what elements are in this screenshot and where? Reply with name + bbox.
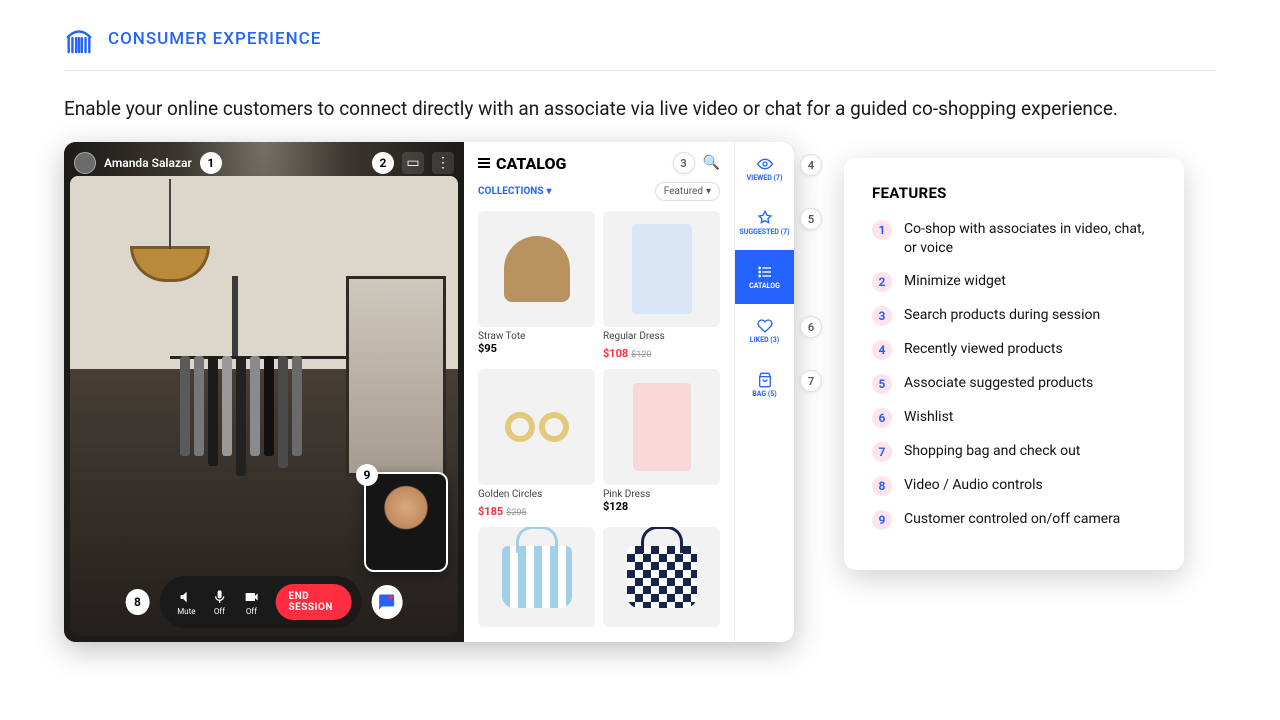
feature-row: 9 Customer controled on/off camera xyxy=(872,510,1156,530)
feature-text: Search products during session xyxy=(904,306,1100,325)
feature-text: Minimize widget xyxy=(904,272,1006,291)
brand-logo-icon xyxy=(64,24,94,54)
product-card[interactable]: Straw Tote$95 xyxy=(478,211,595,361)
feature-text: Shopping bag and check out xyxy=(904,442,1080,461)
rail-liked[interactable]: LIKED (3) xyxy=(735,304,794,358)
rail-bag[interactable]: BAG (5) xyxy=(735,358,794,412)
feature-row: 2 Minimize widget xyxy=(872,272,1156,292)
feature-number: 6 xyxy=(872,408,892,428)
product-card[interactable]: Pink Dress$128 xyxy=(603,369,720,519)
product-card[interactable] xyxy=(478,527,595,627)
feature-number: 7 xyxy=(872,442,892,462)
associate-name: Amanda Salazar xyxy=(104,156,192,170)
product-card[interactable]: Golden Circles$185$205 xyxy=(478,369,595,519)
catalog-panel: CATALOG 3 🔍 COLLECTIONS▾ Featured▾ Straw… xyxy=(464,142,794,642)
callout-6: 6 xyxy=(800,316,822,338)
video-controls-bar: 8 Mute Off Off END SESSION xyxy=(126,576,403,628)
feature-row: 7 Shopping bag and check out xyxy=(872,442,1156,462)
chevron-down-icon: ▾ xyxy=(706,186,711,197)
camera-button[interactable]: Off xyxy=(243,589,259,616)
feature-number: 4 xyxy=(872,340,892,360)
feature-text: Wishlist xyxy=(904,408,953,427)
sort-dropdown[interactable]: Featured▾ xyxy=(655,182,720,201)
video-pane: Amanda Salazar 1 2 ▭ ⋮ xyxy=(64,142,464,642)
features-card: FEATURES 1 Co-shop with associates in vid… xyxy=(844,158,1184,570)
feature-text: Recently viewed products xyxy=(904,340,1063,359)
callout-9: 9 xyxy=(356,464,378,486)
feature-number: 9 xyxy=(872,510,892,530)
page-header: CONSUMER EXPERIENCE xyxy=(64,24,1216,71)
more-menu-button[interactable]: ⋮ xyxy=(432,152,454,174)
mute-button[interactable]: Mute xyxy=(177,589,195,616)
callout-1: 1 xyxy=(200,152,222,174)
feature-text: Co-shop with associates in video, chat, … xyxy=(904,220,1156,258)
feature-number: 8 xyxy=(872,476,892,496)
feature-row: 8 Video / Audio controls xyxy=(872,476,1156,496)
feature-row: 3 Search products during session xyxy=(872,306,1156,326)
product-card[interactable] xyxy=(603,527,720,627)
menu-icon xyxy=(478,158,490,168)
search-icon[interactable]: 🔍 xyxy=(703,155,720,171)
feature-text: Associate suggested products xyxy=(904,374,1093,393)
minimize-button[interactable]: ▭ xyxy=(402,152,424,174)
product-grid: Straw Tote$95 Regular Dress$108$120 Gold… xyxy=(478,211,720,627)
callout-4: 4 xyxy=(800,154,822,176)
self-view[interactable]: 9 xyxy=(364,472,448,572)
catalog-title: CATALOG xyxy=(478,154,566,173)
section-label: CONSUMER EXPERIENCE xyxy=(108,29,321,49)
feature-row: 6 Wishlist xyxy=(872,408,1156,428)
feature-number: 5 xyxy=(872,374,892,394)
feature-number: 2 xyxy=(872,272,892,292)
collections-dropdown[interactable]: COLLECTIONS▾ xyxy=(478,186,552,197)
end-session-button[interactable]: END SESSION xyxy=(275,584,351,620)
rail-viewed[interactable]: VIEWED (7) xyxy=(735,142,794,196)
feature-text: Video / Audio controls xyxy=(904,476,1043,495)
callout-3: 3 xyxy=(673,152,695,174)
mic-button[interactable]: Off xyxy=(211,589,227,616)
chevron-down-icon: ▾ xyxy=(547,186,552,197)
callout-2: 2 xyxy=(372,152,394,174)
app-mockup: Amanda Salazar 1 2 ▭ ⋮ xyxy=(64,142,794,642)
feature-row: 1 Co-shop with associates in video, chat,… xyxy=(872,220,1156,258)
callout-8: 8 xyxy=(126,589,150,615)
features-title: FEATURES xyxy=(872,184,1156,202)
feature-row: 4 Recently viewed products xyxy=(872,340,1156,360)
rail-catalog[interactable]: CATALOG xyxy=(735,250,794,304)
feature-text: Customer controled on/off camera xyxy=(904,510,1120,529)
product-card[interactable]: Regular Dress$108$120 xyxy=(603,211,720,361)
associate-avatar xyxy=(74,152,96,174)
callout-7: 7 xyxy=(800,370,822,392)
feature-number: 3 xyxy=(872,306,892,326)
page-subheading: Enable your online customers to connect … xyxy=(64,97,1216,120)
chat-button[interactable] xyxy=(372,585,403,619)
feature-row: 5 Associate suggested products xyxy=(872,374,1156,394)
feature-number: 1 xyxy=(872,220,892,240)
rail-suggested[interactable]: SUGGESTED (7) xyxy=(735,196,794,250)
callout-5: 5 xyxy=(800,208,822,230)
side-rail: VIEWED (7) SUGGESTED (7) CATALOG LIKED (… xyxy=(734,142,794,642)
